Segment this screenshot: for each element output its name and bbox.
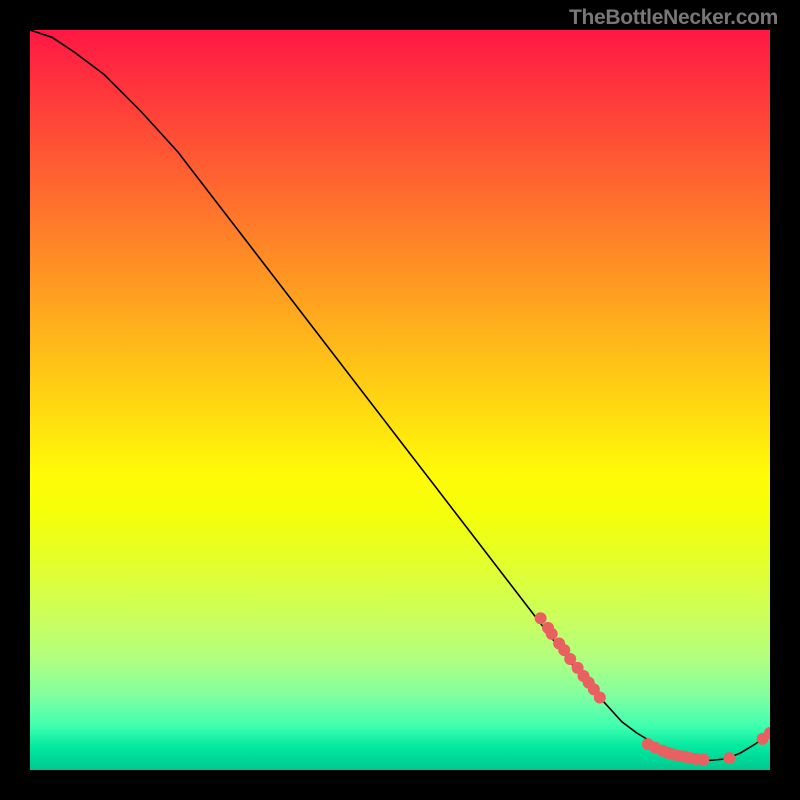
attribution-text: TheBottleNecker.com bbox=[569, 6, 778, 30]
data-marker bbox=[723, 752, 735, 764]
chart-svg bbox=[30, 30, 770, 770]
bottleneck-curve bbox=[30, 30, 770, 760]
chart-plot-area bbox=[30, 30, 770, 770]
data-marker bbox=[594, 691, 606, 703]
data-marker bbox=[535, 612, 547, 624]
data-marker bbox=[546, 628, 558, 640]
data-markers bbox=[535, 612, 770, 765]
data-marker bbox=[697, 754, 709, 766]
